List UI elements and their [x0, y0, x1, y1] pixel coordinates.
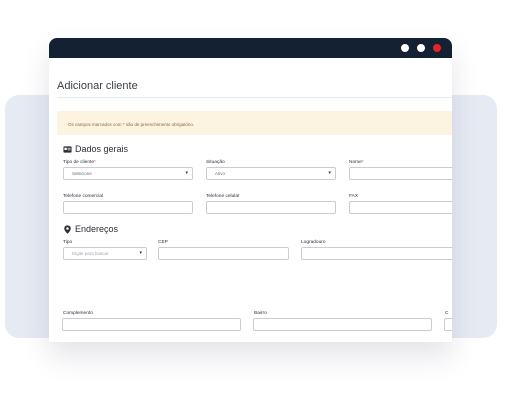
- telefone-celular-label: Telefone celular: [206, 194, 240, 199]
- tipo-cliente-select[interactable]: Selecione ▾: [63, 167, 193, 180]
- situacao-select[interactable]: Ativo ▾: [206, 167, 336, 180]
- telefone-comercial-label: Telefone comercial: [63, 194, 103, 199]
- bairro-label: Bairro: [254, 311, 267, 316]
- section-heading: Endereços: [75, 224, 119, 234]
- endereco-tipo-select[interactable]: Digite para buscar ▾: [63, 247, 147, 260]
- situacao-value: Ativo: [215, 171, 226, 176]
- tipo-cliente-label: Tipo de cliente*: [63, 160, 96, 165]
- situacao-label: Situação: [206, 160, 225, 165]
- logradouro-input[interactable]: [301, 247, 452, 260]
- cut-off-input[interactable]: [444, 318, 452, 331]
- chevron-down-icon: ▾: [328, 170, 331, 176]
- tipo-cliente-value: Selecione: [72, 171, 92, 176]
- section-dados-gerais: Dados gerais: [63, 144, 128, 154]
- window-titlebar: [49, 38, 452, 58]
- notice-prefix: Os campos marcados com: [68, 122, 122, 127]
- complemento-input[interactable]: [62, 318, 241, 331]
- section-heading: Dados gerais: [75, 144, 129, 154]
- telefone-comercial-input[interactable]: [63, 201, 193, 214]
- endereco-tipo-placeholder: Digite para buscar: [72, 251, 109, 256]
- bairro-input[interactable]: [253, 318, 432, 331]
- notice-text: Os campos marcados com * são de preenchi…: [68, 122, 194, 127]
- cut-off-label: C: [445, 311, 449, 316]
- app-window: Adicionar cliente Os campos marcados com…: [49, 38, 452, 342]
- map-pin-icon: [64, 224, 71, 234]
- id-card-icon: [63, 145, 72, 153]
- nome-label: Nome*: [349, 160, 364, 165]
- required-mark: *: [122, 122, 125, 127]
- complemento-label: Complemento: [63, 311, 93, 316]
- cep-input[interactable]: [158, 247, 289, 260]
- fax-label: FAX: [349, 194, 359, 199]
- nome-input[interactable]: [349, 167, 452, 180]
- notice-suffix: são de preenchimento obrigatório.: [125, 122, 195, 127]
- divider: [57, 97, 452, 98]
- window-dot-icon[interactable]: [417, 44, 425, 52]
- chevron-down-icon: ▾: [139, 250, 142, 256]
- logradouro-label: Logradouro: [301, 240, 326, 245]
- chevron-down-icon: ▾: [185, 170, 188, 176]
- close-window-icon[interactable]: [433, 44, 441, 52]
- fax-input[interactable]: [349, 201, 452, 214]
- telefone-celular-input[interactable]: [206, 201, 336, 214]
- endereco-tipo-label: Tipo: [63, 240, 73, 245]
- window-dot-icon[interactable]: [401, 44, 409, 52]
- page-title: Adicionar cliente: [57, 80, 138, 92]
- section-enderecos: Endereços: [63, 224, 118, 234]
- cep-label: CEP: [158, 240, 168, 245]
